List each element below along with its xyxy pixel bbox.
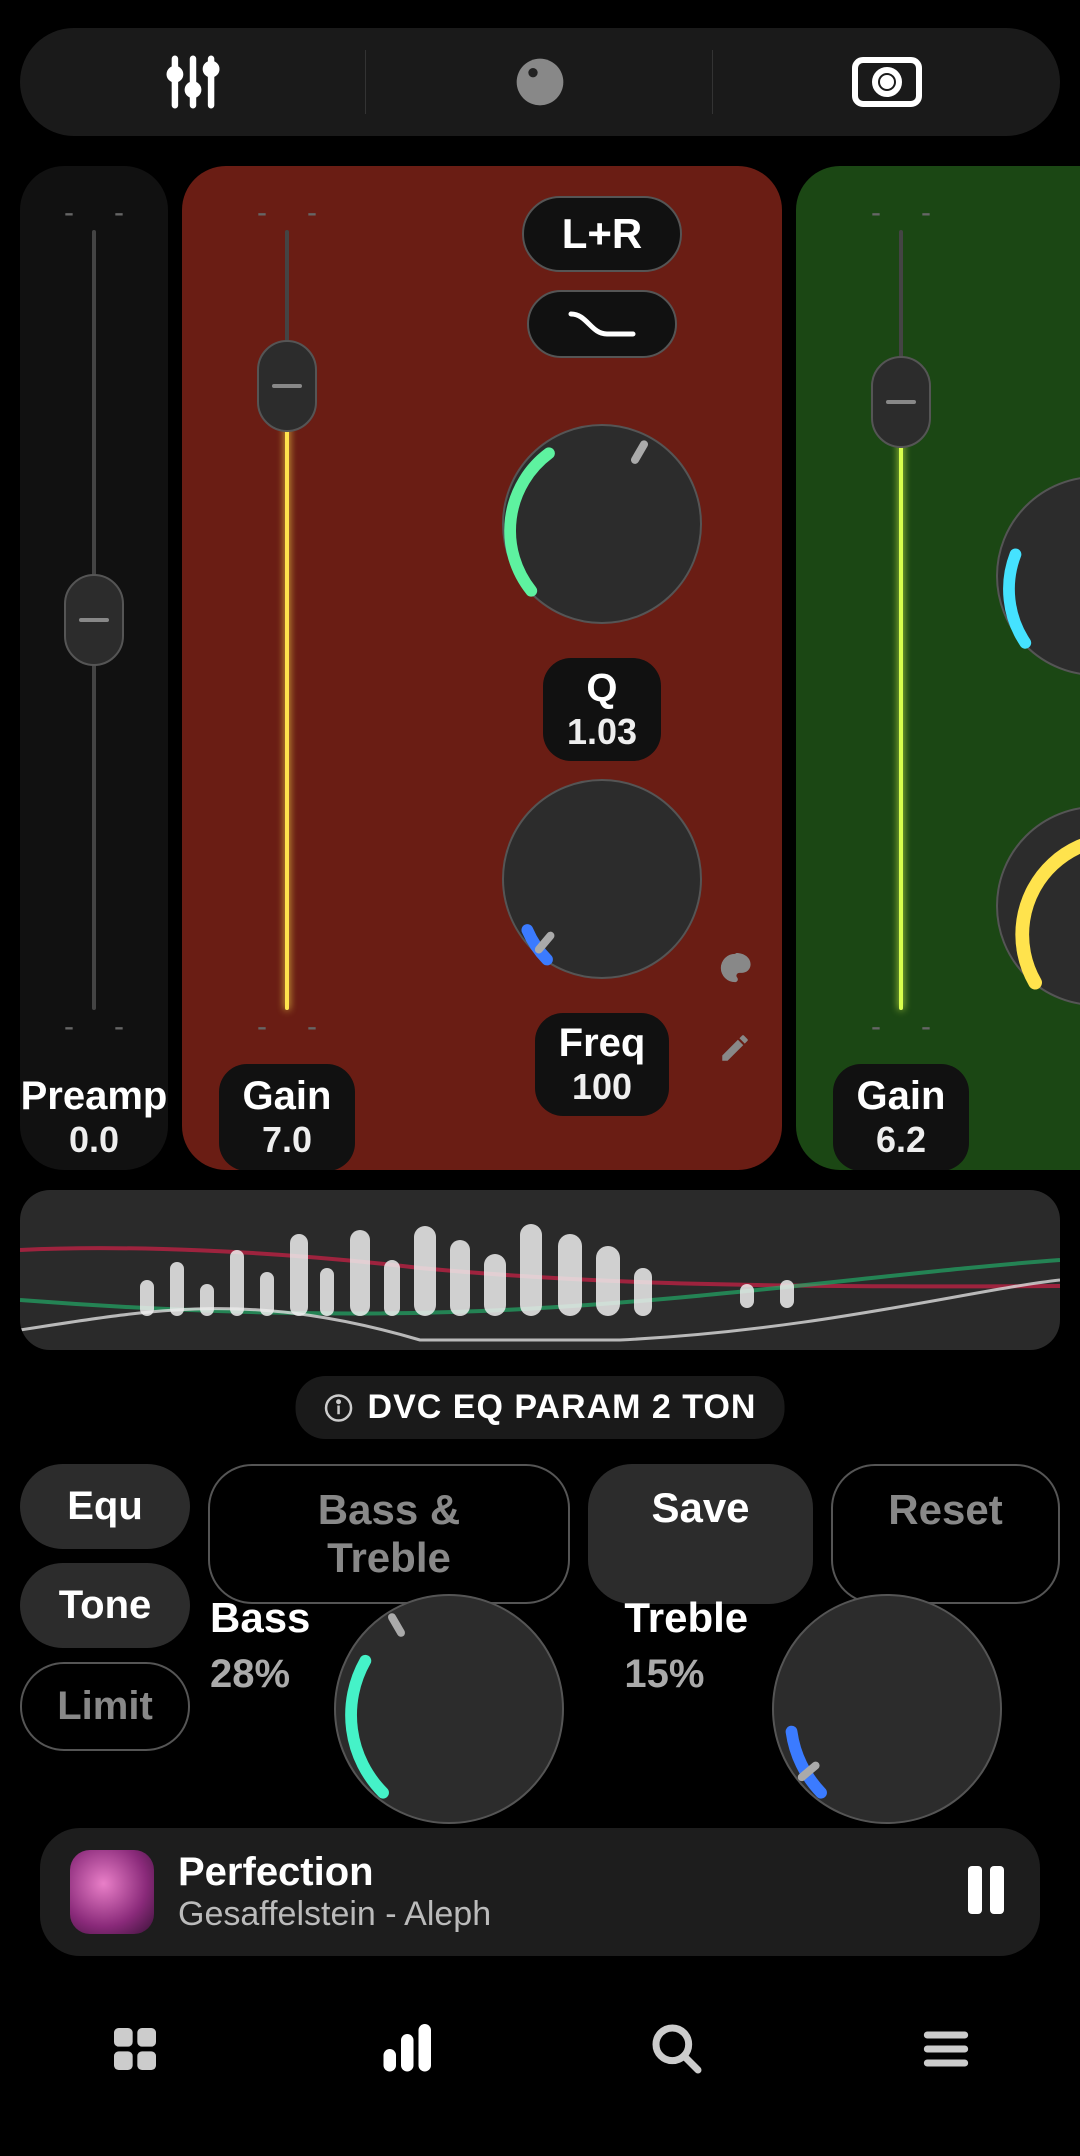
palette-icon[interactable] [718,951,752,990]
track-subtitle: Gesaffelstein - Aleph [178,1895,938,1934]
bass-knob[interactable] [334,1594,564,1824]
channel-label: L+R [562,210,643,258]
freq-knob-wrap: Freq 100 [502,779,702,1116]
tab-spatial[interactable] [713,28,1059,136]
q-knob-2[interactable] [996,476,1080,676]
preamp-slider[interactable] [92,230,96,1010]
freq-knob-ring-2 [986,796,1080,1016]
treble-label: Treble [624,1594,748,1642]
info-icon [324,1393,354,1423]
q-knob-ring-2 [986,466,1080,686]
album-art [70,1850,154,1934]
bass-treble-button[interactable]: Bass & Treble [208,1464,570,1604]
freq-value: 100 [559,1066,646,1108]
gain-slider-1[interactable] [285,230,289,1010]
treble-value: 15% [624,1652,748,1697]
bass-value: 28% [210,1652,310,1697]
q-label-box: Q 1.03 [543,658,661,761]
gain-slider-2[interactable] [899,230,903,1010]
channel-toggle[interactable]: L+R [522,196,683,272]
slider-top-ticks: -- [257,196,317,230]
gain-value-2: 6.2 [857,1119,946,1161]
preamp-label: Preamp [21,1074,168,1119]
slider-top-ticks: -- [871,196,931,230]
gain-label-box-1: Gain 7.0 [219,1064,356,1170]
surround-icon [851,56,923,108]
bass-knob-ring [324,1584,574,1834]
reset-button[interactable]: Reset [831,1464,1060,1604]
q-knob-wrap: Q 1.03 [502,424,702,761]
lowshelf-icon [567,308,637,340]
grid-icon [107,2021,163,2077]
q-value: 1.03 [567,711,637,753]
freq-label-box: Freq 100 [535,1013,670,1116]
preset-name: DVC EQ PARAM 2 TON [368,1388,757,1427]
treble-knob-ring [762,1584,1012,1834]
gain-label: Gain [857,1074,946,1119]
dial-icon [512,54,568,110]
nav-equalizer[interactable] [376,2019,436,2084]
nav-menu[interactable] [918,2021,974,2082]
preamp-card: -- -- Preamp 0.0 [20,166,168,1170]
track-title: Perfection [178,1850,938,1895]
equ-button[interactable]: Equ [20,1464,190,1549]
sliders-icon [162,51,224,113]
slider-bottom-ticks: -- [871,1010,931,1044]
nav-library[interactable] [107,2021,163,2082]
pause-button[interactable] [962,1862,1010,1923]
limit-button[interactable]: Limit [20,1662,190,1751]
track-info: Perfection Gesaffelstein - Aleph [178,1850,938,1934]
now-playing-bar[interactable]: Perfection Gesaffelstein - Aleph [40,1828,1040,1956]
eq-bands-row[interactable]: -- -- Preamp 0.0 -- -- Gain 7.0 [20,166,1080,1170]
slider-top-ticks: -- [64,196,124,230]
preamp-label-box: Preamp 0.0 [20,1064,191,1170]
save-button[interactable]: Save [588,1464,813,1604]
nav-search[interactable] [649,2021,705,2082]
bars-icon [376,2019,436,2079]
tab-eq-sliders[interactable] [20,28,366,136]
eq-band-2: -- -- Gain 6.2 [796,166,1080,1170]
search-icon [649,2021,705,2077]
preamp-value: 0.0 [21,1119,168,1161]
filter-shape-toggle[interactable] [527,290,677,358]
preset-chip[interactable]: DVC EQ PARAM 2 TON [296,1376,785,1439]
freq-label: Freq [559,1021,646,1066]
q-knob-ring [492,414,712,634]
top-tab-bar [20,28,1060,136]
tab-level-dial[interactable] [367,28,713,136]
freq-knob-2[interactable] [996,806,1080,1006]
q-label: Q [567,666,637,711]
freq-knob[interactable] [502,779,702,979]
q-knob[interactable] [502,424,702,624]
eq-band-1: -- -- Gain 7.0 L+R [182,166,782,1170]
gain-label-box-2: Gain 6.2 [833,1064,970,1170]
tone-button[interactable]: Tone [20,1563,190,1648]
slider-bottom-ticks: -- [257,1010,317,1044]
slider-bottom-ticks: -- [64,1010,124,1044]
menu-icon [918,2021,974,2077]
bass-label: Bass [210,1594,310,1642]
gain-value-1: 7.0 [243,1119,332,1161]
bottom-nav [0,1986,1080,2116]
gain-label: Gain [243,1074,332,1119]
freq-knob-ring [492,769,712,989]
spectrum-analyzer[interactable] [20,1190,1060,1350]
bass-treble-section: Bass 28% Treble 15% [210,1594,1060,1824]
edit-icon[interactable] [718,1031,752,1070]
pause-icon [962,1862,1010,1918]
treble-knob[interactable] [772,1594,1002,1824]
